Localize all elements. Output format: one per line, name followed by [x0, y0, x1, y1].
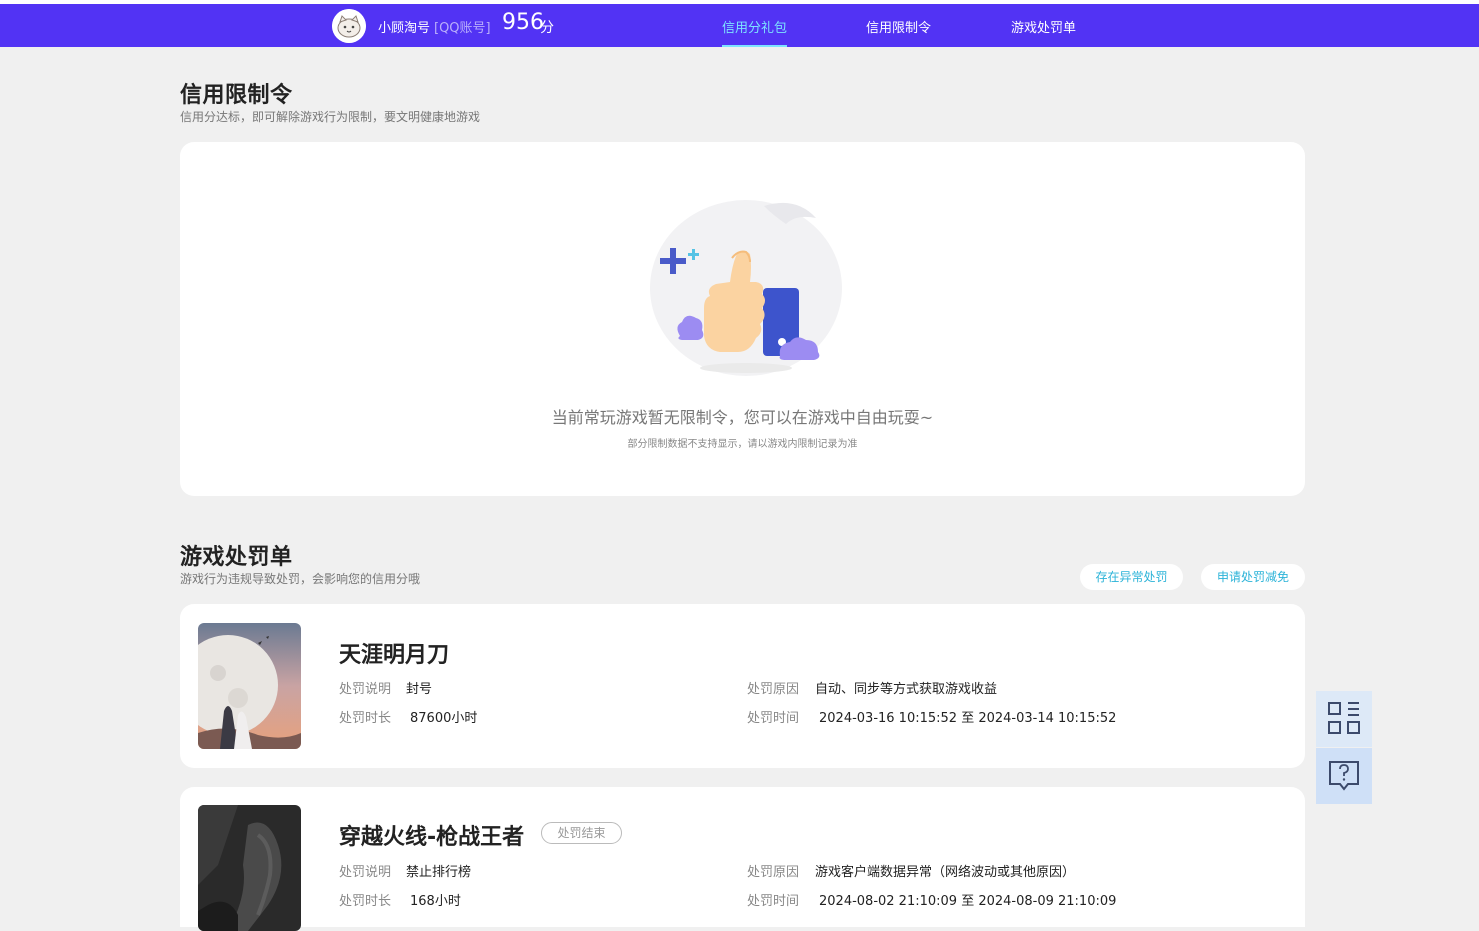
- nav-game-penalty[interactable]: 游戏处罚单: [1011, 17, 1076, 36]
- thumbs-up-illustration: [650, 200, 842, 376]
- penalty-duration-value: 87600小时: [410, 711, 478, 726]
- user-nickname: 小顾淘号: [378, 21, 431, 36]
- penalty-time-value: 2024-03-16 10:15:52 至 2024-03-14 10:15:5…: [819, 711, 1117, 726]
- penalty-subtitle: 游戏行为违规导致处罚，会影响您的信用分哦: [180, 572, 421, 586]
- nav-credit-restriction[interactable]: 信用限制令: [866, 17, 931, 36]
- credit-score-unit: 分: [540, 20, 554, 36]
- penalty-reason-label: 处罚原因: [747, 865, 800, 880]
- game-cover-image[interactable]: [198, 805, 301, 931]
- floating-side-panel: [1316, 691, 1372, 804]
- restriction-subtitle: 信用分达标，即可解除游戏行为限制，要文明健康地游戏: [180, 110, 481, 124]
- help-button[interactable]: [1316, 748, 1372, 804]
- account-type: [QQ账号]: [434, 21, 491, 36]
- penalty-desc-value: 禁止排行榜: [406, 865, 472, 880]
- restriction-title: 信用限制令: [180, 83, 293, 108]
- penalty-card: 天涯明月刀 处罚说明 封号 处罚时长 87600小时 处罚原因 自动、同步等方式…: [180, 604, 1305, 768]
- status-badge: 处罚结束: [541, 822, 622, 844]
- penalty-time-label: 处罚时间: [747, 711, 800, 726]
- game-cover-tianya: [198, 623, 301, 749]
- restriction-card: 当前常玩游戏暂无限制令，您可以在游戏中自由玩耍~ 部分限制数据不支持显示，请以游…: [180, 142, 1305, 496]
- penalty-reason-label: 处罚原因: [747, 682, 800, 697]
- penalty-duration-value: 168小时: [410, 894, 461, 909]
- nav-credit-gift[interactable]: 信用分礼包: [722, 17, 787, 36]
- game-name: 穿越火线-枪战王者: [339, 825, 525, 850]
- qr-code-button[interactable]: [1316, 691, 1372, 747]
- help-message-icon: [1329, 761, 1359, 791]
- game-cover-cf: [198, 805, 301, 931]
- qr-code-icon: [1328, 702, 1360, 734]
- abnormal-penalty-button[interactable]: 存在异常处罚: [1080, 564, 1183, 590]
- penalty-duration-label: 处罚时长: [339, 894, 392, 909]
- game-name: 天涯明月刀: [339, 643, 450, 668]
- penalty-desc-label: 处罚说明: [339, 865, 392, 880]
- game-cover-image[interactable]: [198, 623, 301, 749]
- penalty-duration-label: 处罚时长: [339, 711, 392, 726]
- credit-score: 956: [502, 10, 544, 35]
- penalty-desc-label: 处罚说明: [339, 682, 392, 697]
- penalty-card: 穿越火线-枪战王者 处罚结束 处罚说明 禁止排行榜 处罚时长 168小时 处罚原…: [180, 787, 1305, 931]
- penalty-reason-value: 游戏客户端数据异常（网络波动或其他原因）: [815, 865, 1076, 880]
- penalty-time-label: 处罚时间: [747, 894, 800, 909]
- nav-active-indicator: [722, 45, 787, 47]
- avatar-cat-icon: [332, 9, 366, 43]
- empty-state-note: 部分限制数据不支持显示，请以游戏内限制记录为准: [627, 439, 858, 450]
- penalty-desc-value: 封号: [406, 682, 433, 697]
- user-avatar[interactable]: [332, 9, 366, 43]
- top-header: 小顾淘号 [QQ账号] 956 分 信用分礼包 信用限制令 游戏处罚单: [0, 4, 1479, 47]
- penalty-reason-value: 自动、同步等方式获取游戏收益: [815, 682, 998, 697]
- appeal-penalty-button[interactable]: 申请处罚减免: [1201, 564, 1305, 590]
- penalty-title: 游戏处罚单: [180, 545, 293, 570]
- empty-state-text: 当前常玩游戏暂无限制令，您可以在游戏中自由玩耍~: [551, 408, 934, 427]
- penalty-time-value: 2024-08-02 21:10:09 至 2024-08-09 21:10:0…: [819, 894, 1117, 909]
